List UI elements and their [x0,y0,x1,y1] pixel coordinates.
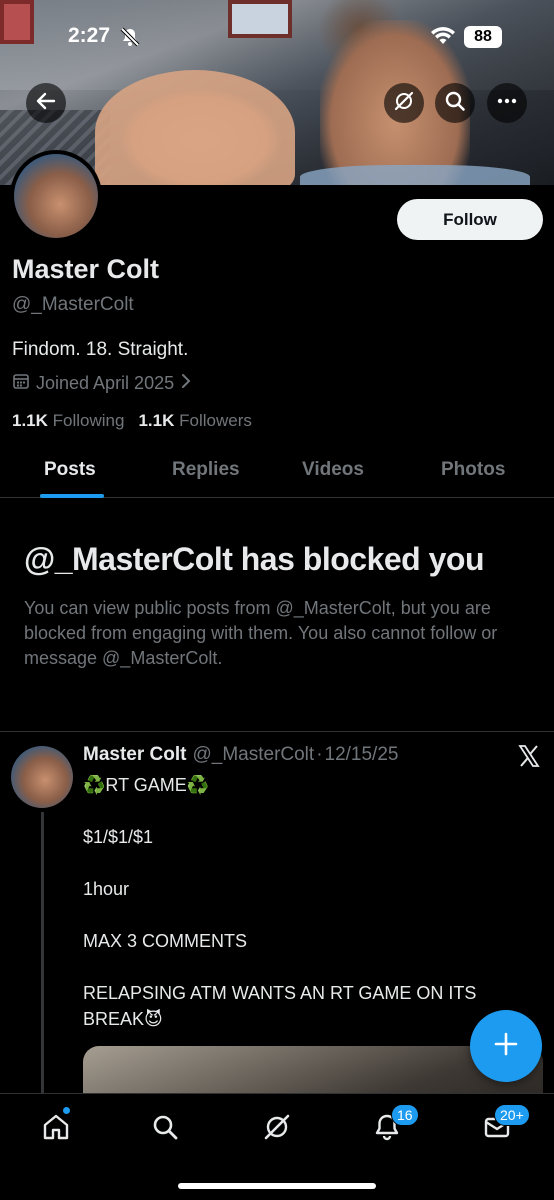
compose-button[interactable] [470,1010,542,1082]
banner-feet [95,70,295,185]
search-icon [444,90,466,117]
divider [0,731,554,732]
post-header: Master Colt @_MasterColt · 12/15/25 [83,744,398,766]
active-tab-indicator [40,494,104,498]
follow-button[interactable]: Follow [397,199,543,240]
follow-counts: 1.1K Following 1.1K Followers [12,411,252,431]
joined-label: Joined April 2025 [36,373,175,393]
notifications-badge: 16 [391,1104,419,1126]
post-text[interactable]: ♻️RT GAME♻️ $1/$1/$1 1hour MAX 3 COMMENT… [83,772,523,1032]
bell-slash-icon [120,27,140,52]
tab-videos[interactable]: Videos [302,459,364,481]
status-bar: 2:27 88 [0,0,554,70]
joined-date[interactable]: Joined April 2025 [12,372,192,395]
post-author-handle[interactable]: @_MasterColt [192,744,314,766]
following-label: Following [52,411,125,430]
post-date[interactable]: 12/15/25 [325,744,399,766]
blocked-title: @_MasterColt has blocked you [24,541,484,577]
banner-pants [300,165,530,185]
profile-tabs: Posts Replies Videos Photos [0,444,554,498]
grok-button[interactable] [384,83,424,123]
post-author-avatar[interactable] [11,746,73,808]
post-separator: · [316,744,323,765]
wifi-icon [430,26,456,51]
nav-search[interactable] [145,1109,185,1149]
home-new-indicator [62,1106,71,1115]
grok-icon [262,1112,292,1147]
profile-handle: @_MasterColt [12,294,134,315]
search-button[interactable] [435,83,475,123]
nav-grok[interactable] [257,1109,297,1149]
chevron-right-icon [180,373,192,394]
search-icon [150,1112,180,1147]
following-link[interactable]: 1.1K Following [12,411,124,431]
status-time: 2:27 [68,24,111,47]
battery-indicator: 88 [464,26,502,48]
grok-icon [393,90,415,117]
tab-posts[interactable]: Posts [44,459,96,481]
followers-link[interactable]: 1.1K Followers [138,411,251,431]
home-icon [41,1112,71,1147]
followers-label: Followers [179,411,252,430]
more-icon [496,90,518,117]
x-logo-icon [517,744,541,773]
messages-badge: 20+ [494,1104,530,1126]
nav-home[interactable] [36,1109,76,1149]
profile-bio: Findom. 18. Straight. [12,339,189,360]
tab-photos[interactable]: Photos [441,459,505,481]
tab-replies[interactable]: Replies [172,459,240,481]
followers-count: 1.1K [138,411,175,430]
plus-icon [493,1031,519,1062]
following-count: 1.1K [12,411,48,430]
home-indicator [178,1183,376,1189]
profile-display-name: Master Colt [12,254,160,284]
calendar-icon [12,372,30,395]
blocked-message: You can view public posts from @_MasterC… [24,598,498,668]
arrow-left-icon [35,90,57,117]
more-button[interactable] [487,83,527,123]
back-button[interactable] [26,83,66,123]
thread-line [41,812,44,1097]
profile-avatar[interactable] [10,150,102,242]
post-author-name[interactable]: Master Colt [83,744,186,766]
